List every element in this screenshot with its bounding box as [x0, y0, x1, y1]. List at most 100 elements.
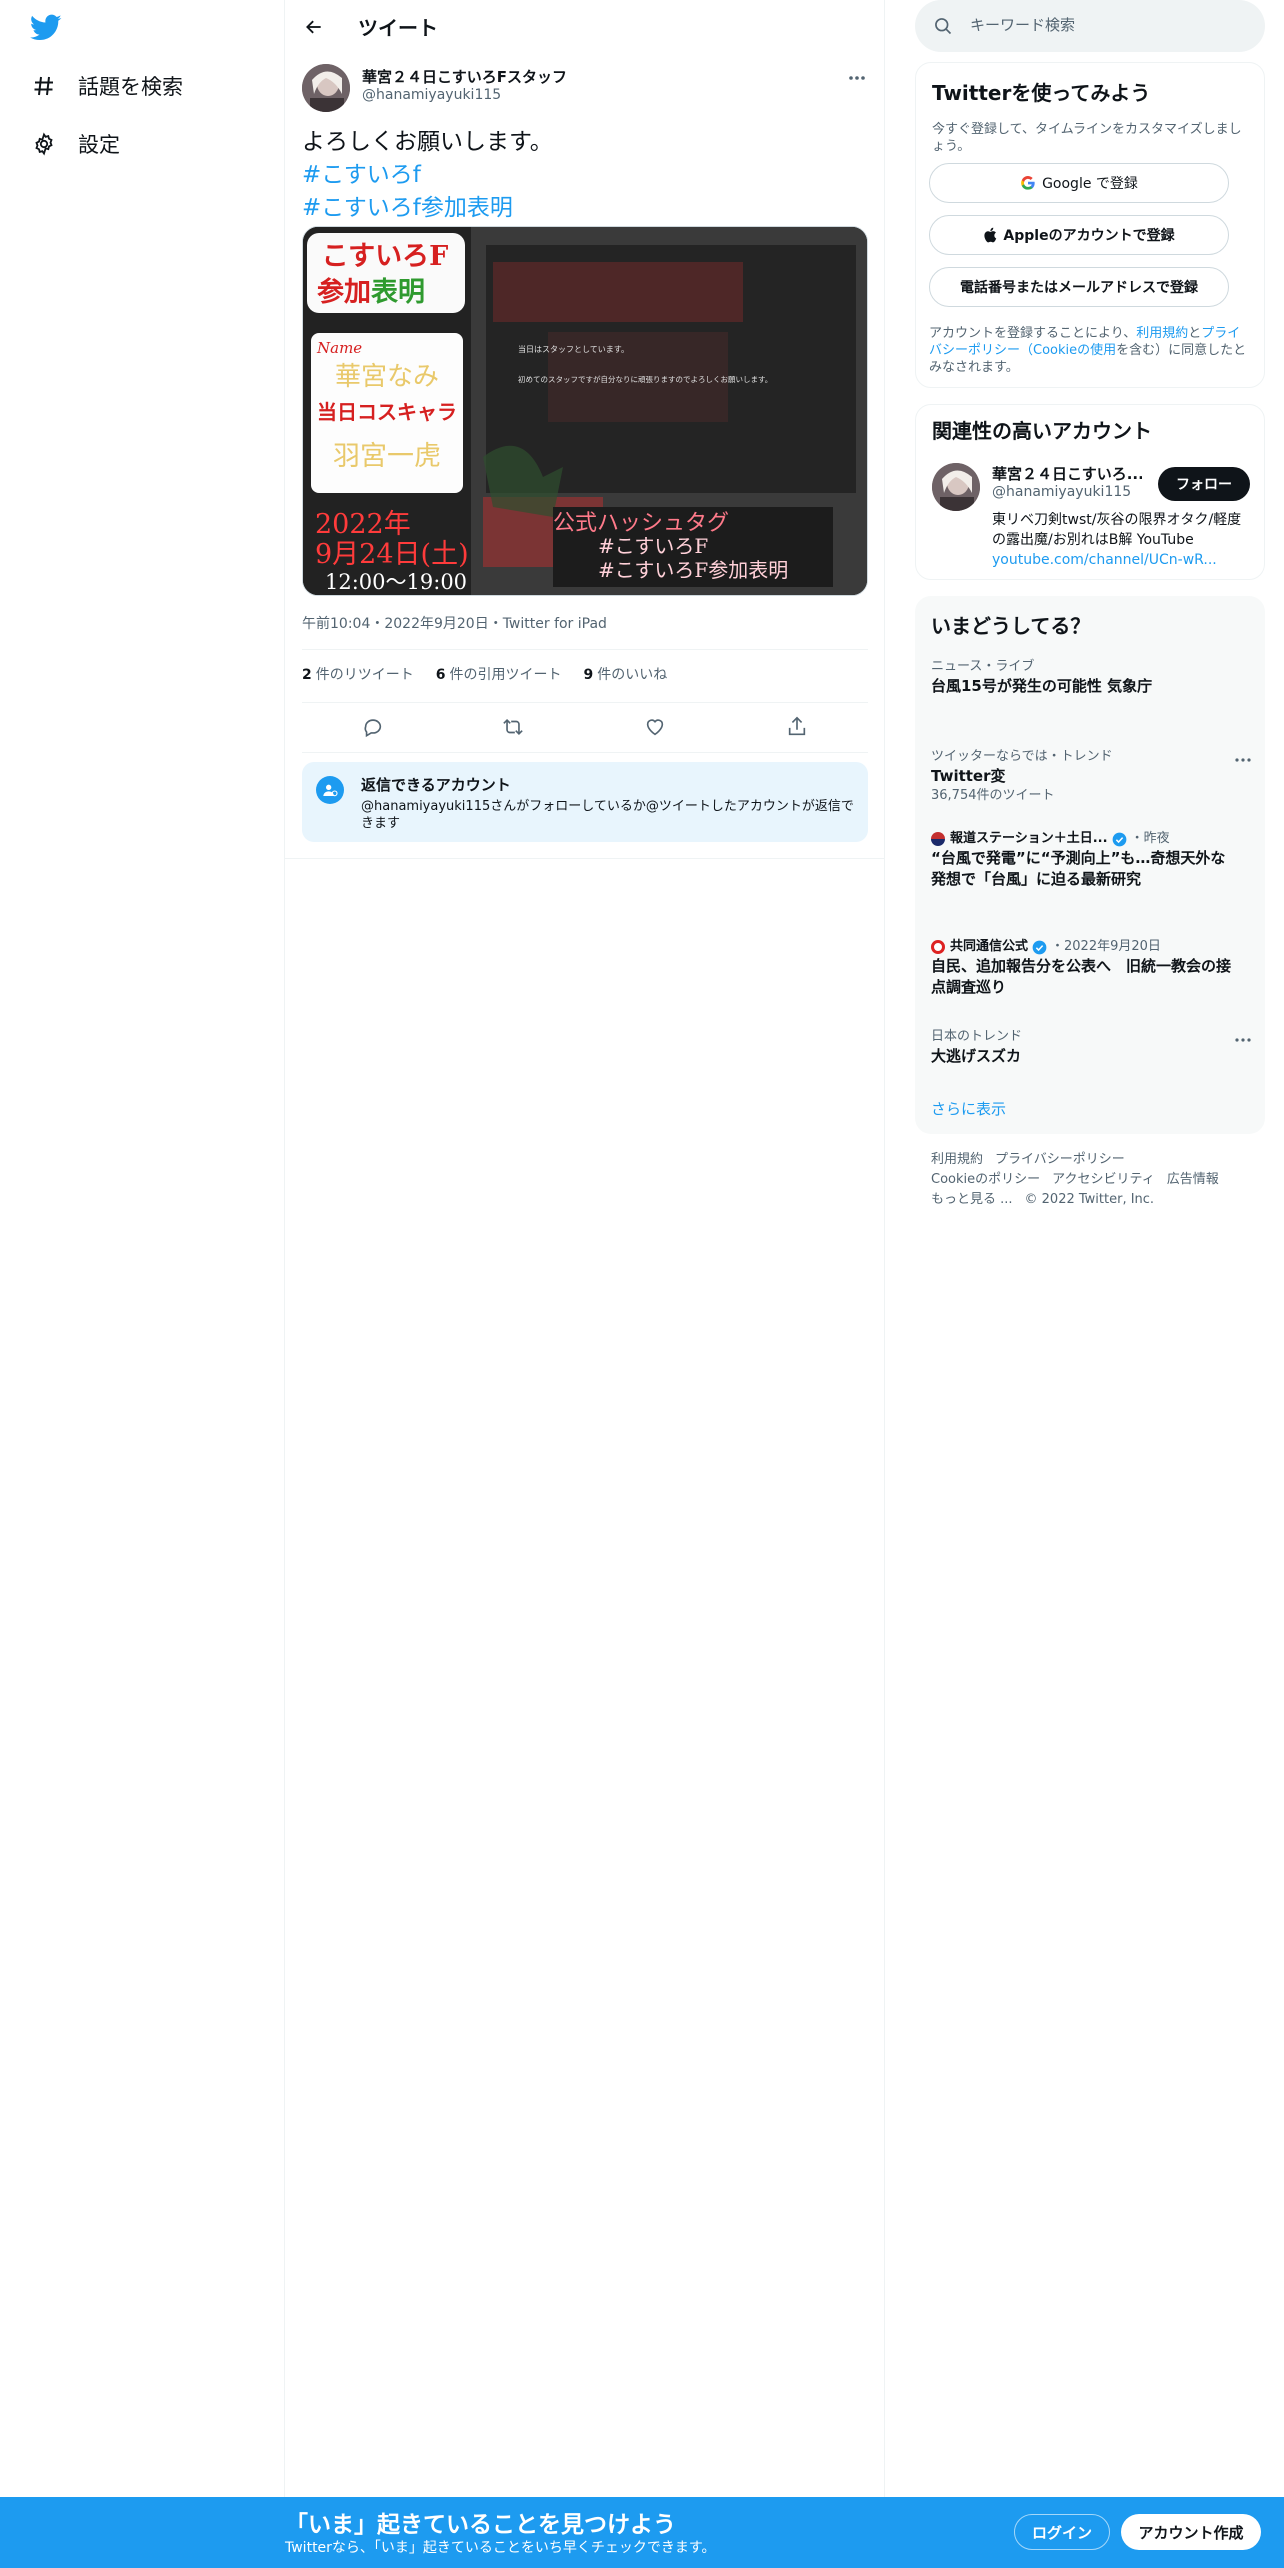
related-account-name[interactable]: 華宮２４日こすいろ...: [992, 463, 1142, 484]
hashtag-link[interactable]: #こすいろf: [302, 159, 862, 192]
divider: [302, 649, 868, 650]
image-name-label: Name: [316, 339, 362, 357]
tweet-image[interactable]: こすいろF 参加表明 Name 華宮なみ 当日コスキャラ 羽宮一虎 2022年 …: [302, 226, 868, 596]
search-input[interactable]: [970, 16, 1240, 34]
trend-meta: ツイッターならでは・トレンド: [931, 749, 1113, 764]
trend-meta: 日本のトレンド: [931, 1029, 1023, 1044]
image-date-line1: 2022年: [315, 509, 411, 540]
nav-explore[interactable]: 話題を検索: [30, 66, 183, 106]
trend-item[interactable]: 日本のトレンド 大逃げスズカ: [931, 1028, 1231, 1067]
hashtag-link[interactable]: #こすいろf参加表明: [302, 192, 862, 225]
likes-stat[interactable]: 9 件のいいね: [584, 664, 668, 684]
image-character: 羽宮一虎: [333, 441, 441, 472]
google-signup-button[interactable]: Google で登録: [929, 163, 1229, 203]
terms-notice: アカウントを登録することにより、利用規約とプライバシーポリシー（Cookieの使…: [929, 325, 1247, 376]
tweet-stats: 2 件のリツイート 6 件の引用ツイート 9 件のいいね: [302, 664, 667, 684]
image-cos-label: 当日コスキャラ: [317, 400, 457, 424]
avatar[interactable]: [302, 64, 350, 112]
create-account-button[interactable]: アカウント作成: [1121, 2514, 1261, 2550]
retweets-label: 件のリツイート: [315, 667, 414, 683]
trends-title: いまどうしてる？: [931, 614, 1091, 638]
footer-link[interactable]: Cookieのポリシー: [931, 1172, 1040, 1187]
terms-text: アカウントを登録することにより、: [929, 326, 1137, 341]
apple-signup-button[interactable]: Appleのアカウントで登録: [929, 215, 1229, 255]
footer-more-link[interactable]: もっと見る ...: [931, 1192, 1013, 1207]
phone-email-signup-button[interactable]: 電話番号またはメールアドレスで登録: [929, 267, 1229, 307]
related-title: 関連性の高いアカウント: [932, 419, 1152, 443]
search-box[interactable]: [915, 0, 1265, 52]
follow-button[interactable]: フォロー: [1158, 467, 1250, 501]
news-source-icon: [931, 832, 945, 846]
footer-link[interactable]: アクセシビリティ: [1052, 1172, 1155, 1187]
signup-card: Twitterを使ってみよう 今すぐ登録して、タイムラインをカスタマイズしましょ…: [915, 62, 1265, 388]
phone-signup-label: 電話番号またはメールアドレスで登録: [960, 280, 1198, 296]
share-icon[interactable]: [784, 714, 810, 740]
google-icon: [1020, 175, 1036, 191]
bottom-bar-title: 「いま」起きていることを見つけよう: [285, 2512, 676, 2538]
related-account-handle[interactable]: @hanamiyayuki115: [992, 484, 1131, 500]
quotes-stat[interactable]: 6 件の引用ツイート: [436, 664, 562, 684]
twitter-logo-icon[interactable]: [30, 14, 66, 44]
image-note-line2: 初めてのスタッフですが自分なりに頑張りますのでよろしくお願いします。: [518, 374, 772, 384]
nav-settings[interactable]: 設定: [30, 124, 120, 164]
more-options-icon[interactable]: [1233, 1030, 1253, 1050]
footer-link[interactable]: 広告情報: [1167, 1172, 1219, 1187]
apple-icon: [983, 227, 997, 243]
like-heart-icon[interactable]: [642, 714, 668, 740]
footer-link[interactable]: 利用規約: [931, 1152, 983, 1167]
avatar[interactable]: [932, 463, 980, 511]
divider: [285, 858, 885, 859]
more-options-icon[interactable]: [845, 66, 869, 90]
trend-item[interactable]: ニュース・ライブ 台風15号が発生の可能性 気象庁: [931, 658, 1231, 697]
retweets-stat[interactable]: 2 件のリツイート: [302, 664, 414, 684]
trend-meta: ニュース・ライブ: [931, 659, 1035, 674]
show-more-link[interactable]: さらに表示: [931, 1098, 1006, 1119]
bio-link[interactable]: youtube.com/channel/UCn-wR...: [992, 552, 1217, 568]
likes-label: 件のいいね: [597, 667, 668, 683]
tweet-timestamp[interactable]: 午前10:04・2022年9月20日・Twitter for iPad: [302, 613, 607, 633]
login-button[interactable]: ログイン: [1014, 2514, 1110, 2550]
back-arrow-icon[interactable]: [301, 14, 327, 40]
terms-link[interactable]: 利用規約: [1136, 326, 1188, 341]
nav-label: 話題を検索: [78, 75, 183, 99]
trend-item[interactable]: ツイッターならでは・トレンド Twitter変 36,754件のツイート: [931, 748, 1231, 805]
reply-description: @hanamiyayuki115さんがフォローしているか@ツイートしたアカウント…: [361, 799, 854, 831]
image-title-line1: こすいろF: [322, 241, 449, 272]
terms-text: と: [1188, 326, 1202, 341]
display-name[interactable]: 華宮２４日こすいろFスタッフ: [362, 66, 567, 87]
bio-text: 東リベ刀剣twst/灰谷の限界オタク/軽度の露出魔/お別れはB解 YouTube: [992, 512, 1242, 548]
nav-label: 設定: [78, 133, 120, 157]
news-title: “台風で発電”に“予測向上”も…奇想天外な発想で「台風」に迫る最新研究: [931, 849, 1226, 888]
news-time: ・2022年9月20日: [1051, 939, 1161, 954]
trend-title: 台風15号が発生の可能性 気象庁: [931, 677, 1153, 695]
more-options-icon[interactable]: [1233, 750, 1253, 770]
image-tag2: #こすいろF参加表明: [598, 558, 788, 582]
retweet-icon[interactable]: [500, 714, 526, 740]
signup-description: 今すぐ登録して、タイムラインをカスタマイズしましょう。: [932, 122, 1242, 154]
news-title: 自民、追加報告分を公表へ 旧統一教会の接点調査巡り: [931, 957, 1232, 996]
trend-count: 36,754件のツイート: [931, 788, 1055, 803]
news-source: 共同通信公式 ・2022年9月20日: [931, 938, 1231, 956]
news-source: 報道ステーション＋土日... ・昨夜: [931, 830, 1231, 848]
divider: [302, 752, 868, 753]
footer-link[interactable]: プライバシーポリシー: [995, 1152, 1125, 1167]
apple-signup-label: Appleのアカウントで登録: [1003, 228, 1175, 244]
reply-restriction-notice: 返信できるアカウント @hanamiyayuki115さんがフォローしているか@…: [302, 762, 868, 842]
news-item[interactable]: 報道ステーション＋土日... ・昨夜 “台風で発電”に“予測向上”も…奇想天外な…: [931, 830, 1231, 890]
tweet-text: よろしくお願いします。 #こすいろf #こすいろf参加表明: [302, 126, 862, 225]
news-source-icon: [931, 940, 945, 954]
user-handle[interactable]: @hanamiyayuki115: [362, 87, 501, 103]
retweets-count: 2: [302, 667, 312, 683]
signup-title: Twitterを使ってみよう: [932, 81, 1151, 105]
news-item[interactable]: 共同通信公式 ・2022年9月20日 自民、追加報告分を公表へ 旧統一教会の接点…: [931, 938, 1231, 998]
gear-icon: [30, 130, 58, 158]
bottom-bar-subtitle: Twitterなら、「いま」起きていることをいち早くチェックできます。: [285, 2540, 716, 2556]
related-accounts-card: 関連性の高いアカウント 華宮２４日こすいろ... @hanamiyayuki11…: [915, 404, 1265, 580]
trend-title: Twitter変: [931, 767, 1006, 785]
trend-title: 大逃げスズカ: [931, 1047, 1022, 1065]
news-time: ・昨夜: [1130, 831, 1170, 846]
left-navigation: 話題を検索 設定: [0, 0, 285, 2497]
verified-badge-icon: [1032, 940, 1047, 954]
reply-icon[interactable]: [360, 714, 386, 740]
search-icon: [933, 16, 953, 36]
